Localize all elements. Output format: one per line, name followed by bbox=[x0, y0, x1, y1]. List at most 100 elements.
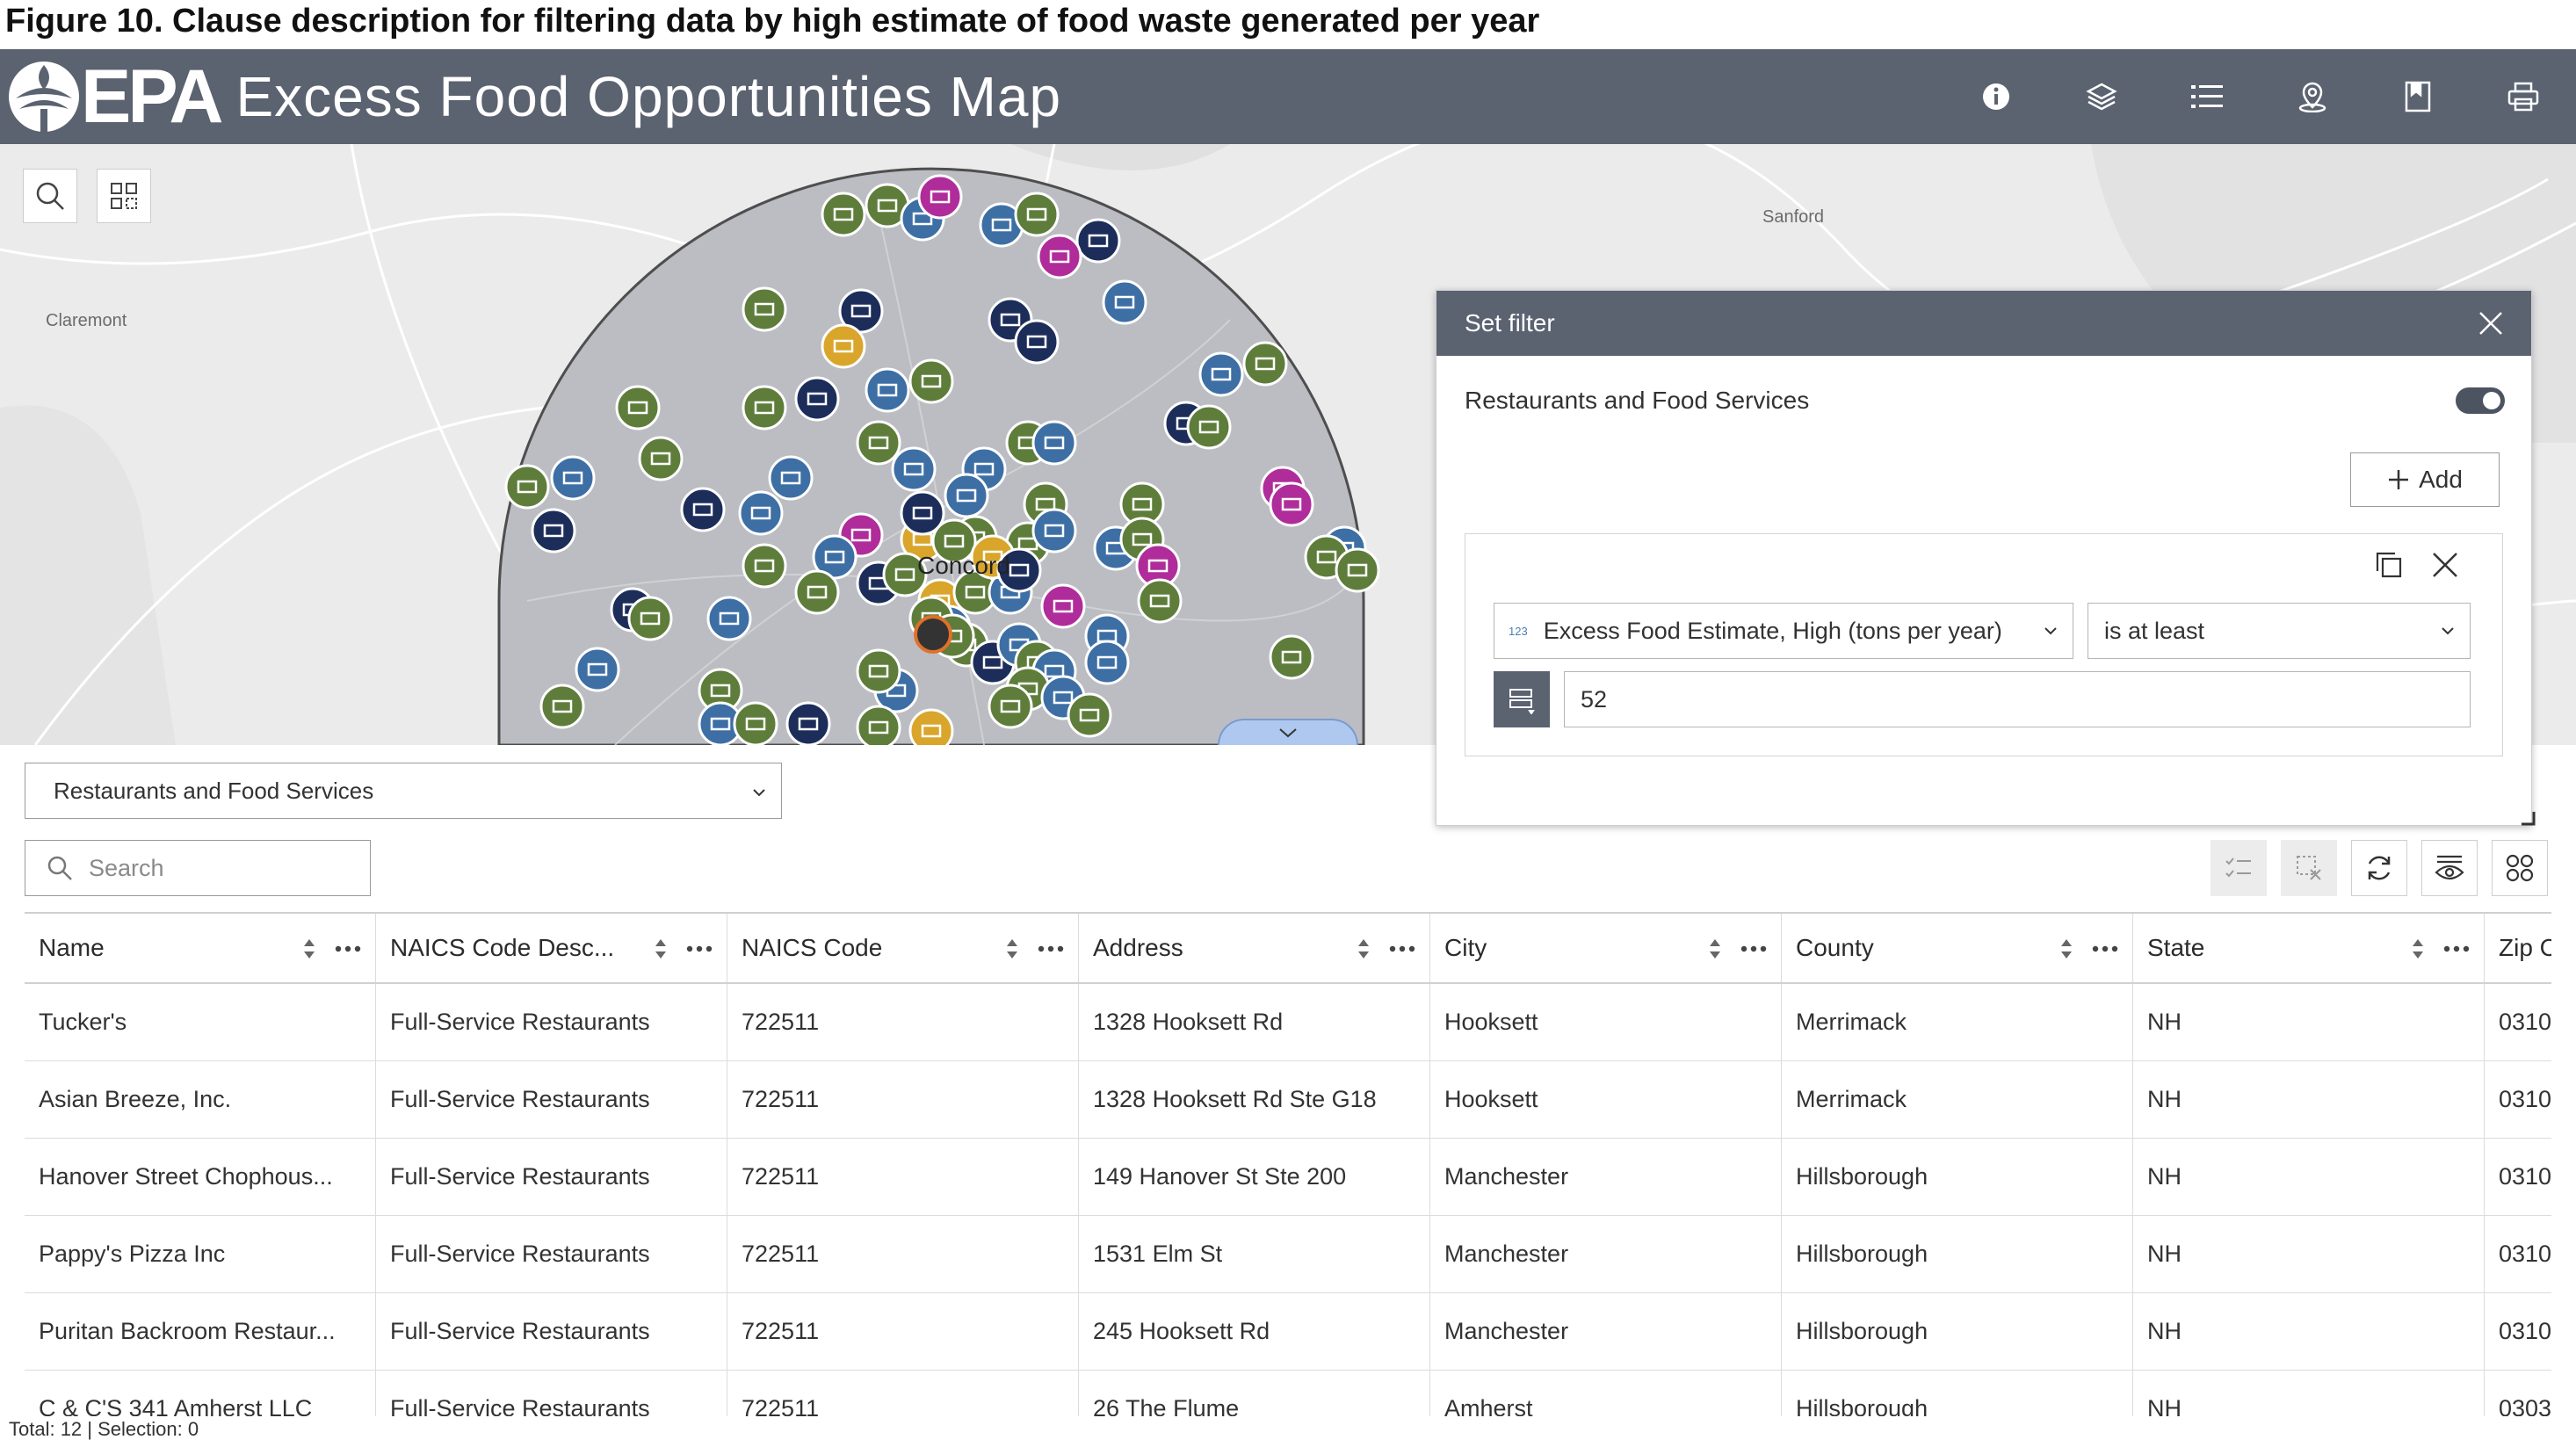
sort-icon[interactable] bbox=[2412, 938, 2424, 959]
sort-icon[interactable] bbox=[2060, 938, 2073, 959]
sort-icon[interactable] bbox=[303, 938, 315, 959]
info-button[interactable] bbox=[1943, 49, 2049, 144]
map-marker[interactable] bbox=[680, 487, 726, 532]
column-header[interactable]: State bbox=[2133, 914, 2485, 982]
map-marker[interactable] bbox=[794, 376, 840, 422]
bookmark-button[interactable] bbox=[2365, 49, 2471, 144]
column-header[interactable]: NAICS Code Desc... bbox=[376, 914, 727, 982]
column-menu-icon[interactable] bbox=[2092, 945, 2118, 952]
sort-icon[interactable] bbox=[655, 938, 667, 959]
column-header[interactable]: City bbox=[1430, 914, 1782, 982]
resize-handle-icon[interactable] bbox=[2520, 810, 2536, 826]
map-marker[interactable] bbox=[821, 323, 866, 369]
map-marker[interactable] bbox=[1137, 578, 1183, 624]
map-marker[interactable] bbox=[1040, 583, 1086, 629]
legend-button[interactable] bbox=[2154, 49, 2260, 144]
column-menu-icon[interactable] bbox=[335, 945, 361, 952]
print-button[interactable] bbox=[2471, 49, 2576, 144]
map-marker[interactable] bbox=[856, 705, 901, 745]
clear-selection-button[interactable] bbox=[2281, 840, 2337, 896]
map-marker[interactable] bbox=[891, 446, 937, 492]
operator-select[interactable]: is at least bbox=[2088, 603, 2471, 659]
map-marker[interactable] bbox=[638, 436, 684, 481]
map-marker[interactable] bbox=[1075, 218, 1121, 264]
column-header[interactable]: County bbox=[1782, 914, 2133, 982]
map-marker[interactable] bbox=[742, 543, 787, 589]
map-marker[interactable] bbox=[575, 647, 620, 692]
map-marker[interactable] bbox=[856, 648, 901, 694]
map-marker[interactable] bbox=[1242, 341, 1288, 387]
map-marker[interactable] bbox=[1067, 692, 1112, 738]
sort-icon[interactable] bbox=[1709, 938, 1721, 959]
map-select-button[interactable] bbox=[97, 169, 151, 223]
table-layer-select[interactable]: Restaurants and Food Services bbox=[25, 763, 782, 819]
map-marker[interactable] bbox=[908, 358, 954, 404]
map-collapse-toggle[interactable] bbox=[1218, 719, 1358, 745]
map-marker[interactable] bbox=[1335, 547, 1380, 593]
map-marker[interactable] bbox=[1269, 634, 1314, 680]
column-menu-icon[interactable] bbox=[1038, 945, 1064, 952]
map-marker[interactable] bbox=[1037, 234, 1082, 279]
map-search-button[interactable] bbox=[23, 169, 77, 223]
layers-button[interactable] bbox=[2049, 49, 2154, 144]
table-row[interactable]: Hanover Street Chophous... Full-Service R… bbox=[25, 1139, 2551, 1216]
map-marker[interactable] bbox=[1198, 351, 1244, 397]
show-hide-columns-button[interactable] bbox=[2421, 840, 2478, 896]
table-row[interactable]: Puritan Backroom Restaur... Full-Service … bbox=[25, 1293, 2551, 1371]
map-marker[interactable] bbox=[900, 490, 945, 536]
map-marker[interactable] bbox=[1031, 508, 1077, 553]
table-row[interactable]: Pappy's Pizza Inc Full-Service Restaurant… bbox=[25, 1216, 2551, 1293]
map-marker[interactable] bbox=[1084, 640, 1130, 685]
map-marker[interactable] bbox=[539, 684, 585, 729]
sort-icon[interactable] bbox=[1006, 938, 1018, 959]
map-marker[interactable] bbox=[1186, 404, 1232, 450]
add-clause-button[interactable]: Add bbox=[2350, 452, 2500, 507]
map-marker[interactable] bbox=[785, 701, 831, 745]
refresh-button[interactable] bbox=[2351, 840, 2407, 896]
column-header[interactable]: NAICS Code bbox=[727, 914, 1079, 982]
map-marker[interactable] bbox=[615, 385, 661, 430]
column-menu-icon[interactable] bbox=[686, 945, 713, 952]
close-icon[interactable] bbox=[2475, 307, 2507, 339]
map-marker[interactable] bbox=[944, 473, 989, 518]
map-marker[interactable] bbox=[1014, 319, 1060, 365]
map-marker[interactable] bbox=[742, 286, 787, 332]
show-selection-button[interactable] bbox=[2211, 840, 2267, 896]
map-marker[interactable] bbox=[504, 464, 550, 510]
map-marker[interactable] bbox=[917, 174, 963, 220]
map-marker[interactable] bbox=[856, 420, 901, 466]
table-row[interactable]: C & C'S 341 Amherst LLC Full-Service Rest… bbox=[25, 1371, 2551, 1416]
map-marker[interactable] bbox=[908, 708, 954, 745]
map-marker[interactable] bbox=[1269, 481, 1314, 527]
map-marker[interactable] bbox=[794, 569, 840, 615]
duplicate-icon[interactable] bbox=[2374, 550, 2404, 580]
table-row[interactable]: Tucker's Full-Service Restaurants 722511 13… bbox=[25, 984, 2551, 1061]
value-mode-button[interactable] bbox=[1494, 671, 1550, 727]
map-marker[interactable] bbox=[768, 455, 814, 501]
map-marker[interactable] bbox=[865, 367, 910, 413]
buffer-center-marker[interactable] bbox=[914, 615, 952, 654]
map-marker[interactable] bbox=[738, 490, 784, 536]
filter-enable-toggle[interactable] bbox=[2456, 387, 2505, 414]
table-search-input[interactable]: Search bbox=[25, 840, 371, 896]
column-menu-icon[interactable] bbox=[2443, 945, 2470, 952]
map-marker[interactable] bbox=[821, 192, 866, 237]
field-select[interactable]: 123 Excess Food Estimate, High (tons per… bbox=[1494, 603, 2073, 659]
map-marker[interactable] bbox=[733, 701, 778, 745]
sort-icon[interactable] bbox=[1357, 938, 1370, 959]
map-marker[interactable] bbox=[1102, 279, 1147, 325]
map-marker[interactable] bbox=[706, 596, 752, 641]
filter-value-input[interactable]: 52 bbox=[1564, 671, 2471, 727]
map-marker[interactable] bbox=[1014, 192, 1060, 237]
table-row[interactable]: Asian Breeze, Inc. Full-Service Restauran… bbox=[25, 1061, 2551, 1139]
column-menu-icon[interactable] bbox=[1740, 945, 1767, 952]
map-marker[interactable] bbox=[988, 684, 1033, 729]
map-marker[interactable] bbox=[531, 508, 576, 553]
column-header[interactable]: Address bbox=[1079, 914, 1430, 982]
column-menu-icon[interactable] bbox=[1389, 945, 1415, 952]
map-marker[interactable] bbox=[550, 455, 596, 501]
map-marker[interactable] bbox=[742, 385, 787, 430]
map-marker[interactable] bbox=[627, 596, 673, 641]
locate-button[interactable] bbox=[2260, 49, 2365, 144]
column-header[interactable]: Zip C bbox=[2485, 914, 2551, 982]
